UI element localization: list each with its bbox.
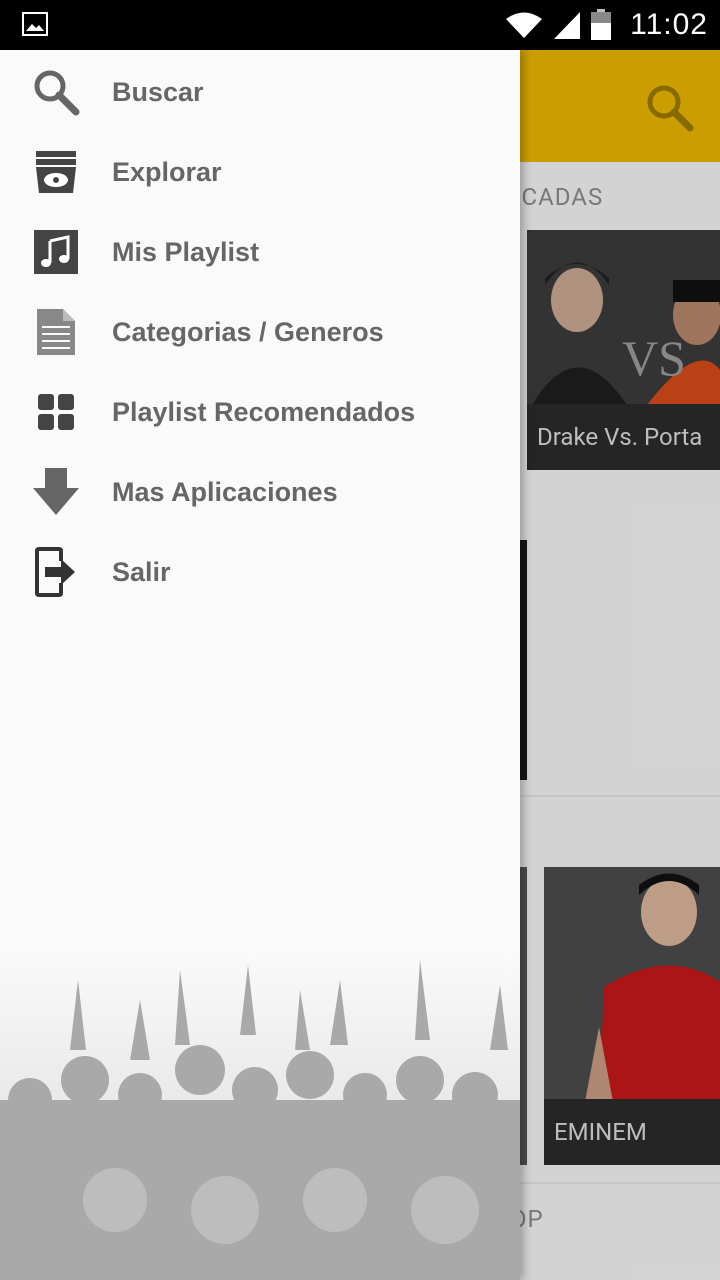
crowd-background-image: [0, 950, 520, 1280]
exit-icon: [28, 547, 84, 597]
status-icons: 11:02: [504, 0, 708, 50]
wifi-icon: [506, 12, 543, 38]
menu-item-mas-aplicaciones[interactable]: Mas Aplicaciones: [0, 452, 520, 532]
battery-icon: [591, 9, 612, 40]
menu-label: Buscar: [112, 76, 204, 107]
image-notification-icon: [22, 12, 48, 36]
signal-icon: [554, 12, 581, 39]
navigation-drawer: Buscar Explorar Mis Playlist Categorias …: [0, 50, 520, 1280]
menu-item-explorar[interactable]: Explorar: [0, 132, 520, 212]
status-bar: 11:02: [0, 0, 720, 50]
document-icon: [28, 307, 84, 357]
search-icon: [28, 67, 84, 117]
menu-item-playlist-recomendados[interactable]: Playlist Recomendados: [0, 372, 520, 452]
menu-label: Categorias / Generos: [112, 316, 384, 347]
menu-label: Playlist Recomendados: [112, 396, 416, 427]
explore-icon: [28, 147, 84, 197]
music-note-icon: [28, 227, 84, 277]
menu-item-mis-playlist[interactable]: Mis Playlist: [0, 212, 520, 292]
menu-item-categorias-generos[interactable]: Categorias / Generos: [0, 292, 520, 372]
grid-icon: [28, 387, 84, 437]
status-time: 11:02: [630, 8, 708, 41]
download-arrow-icon: [28, 467, 84, 517]
menu-label: Explorar: [112, 156, 222, 187]
menu-label: Salir: [112, 556, 171, 587]
menu-label: Mas Aplicaciones: [112, 476, 338, 507]
menu-item-buscar[interactable]: Buscar: [0, 52, 520, 132]
menu-item-salir[interactable]: Salir: [0, 532, 520, 612]
menu-label: Mis Playlist: [112, 236, 260, 267]
